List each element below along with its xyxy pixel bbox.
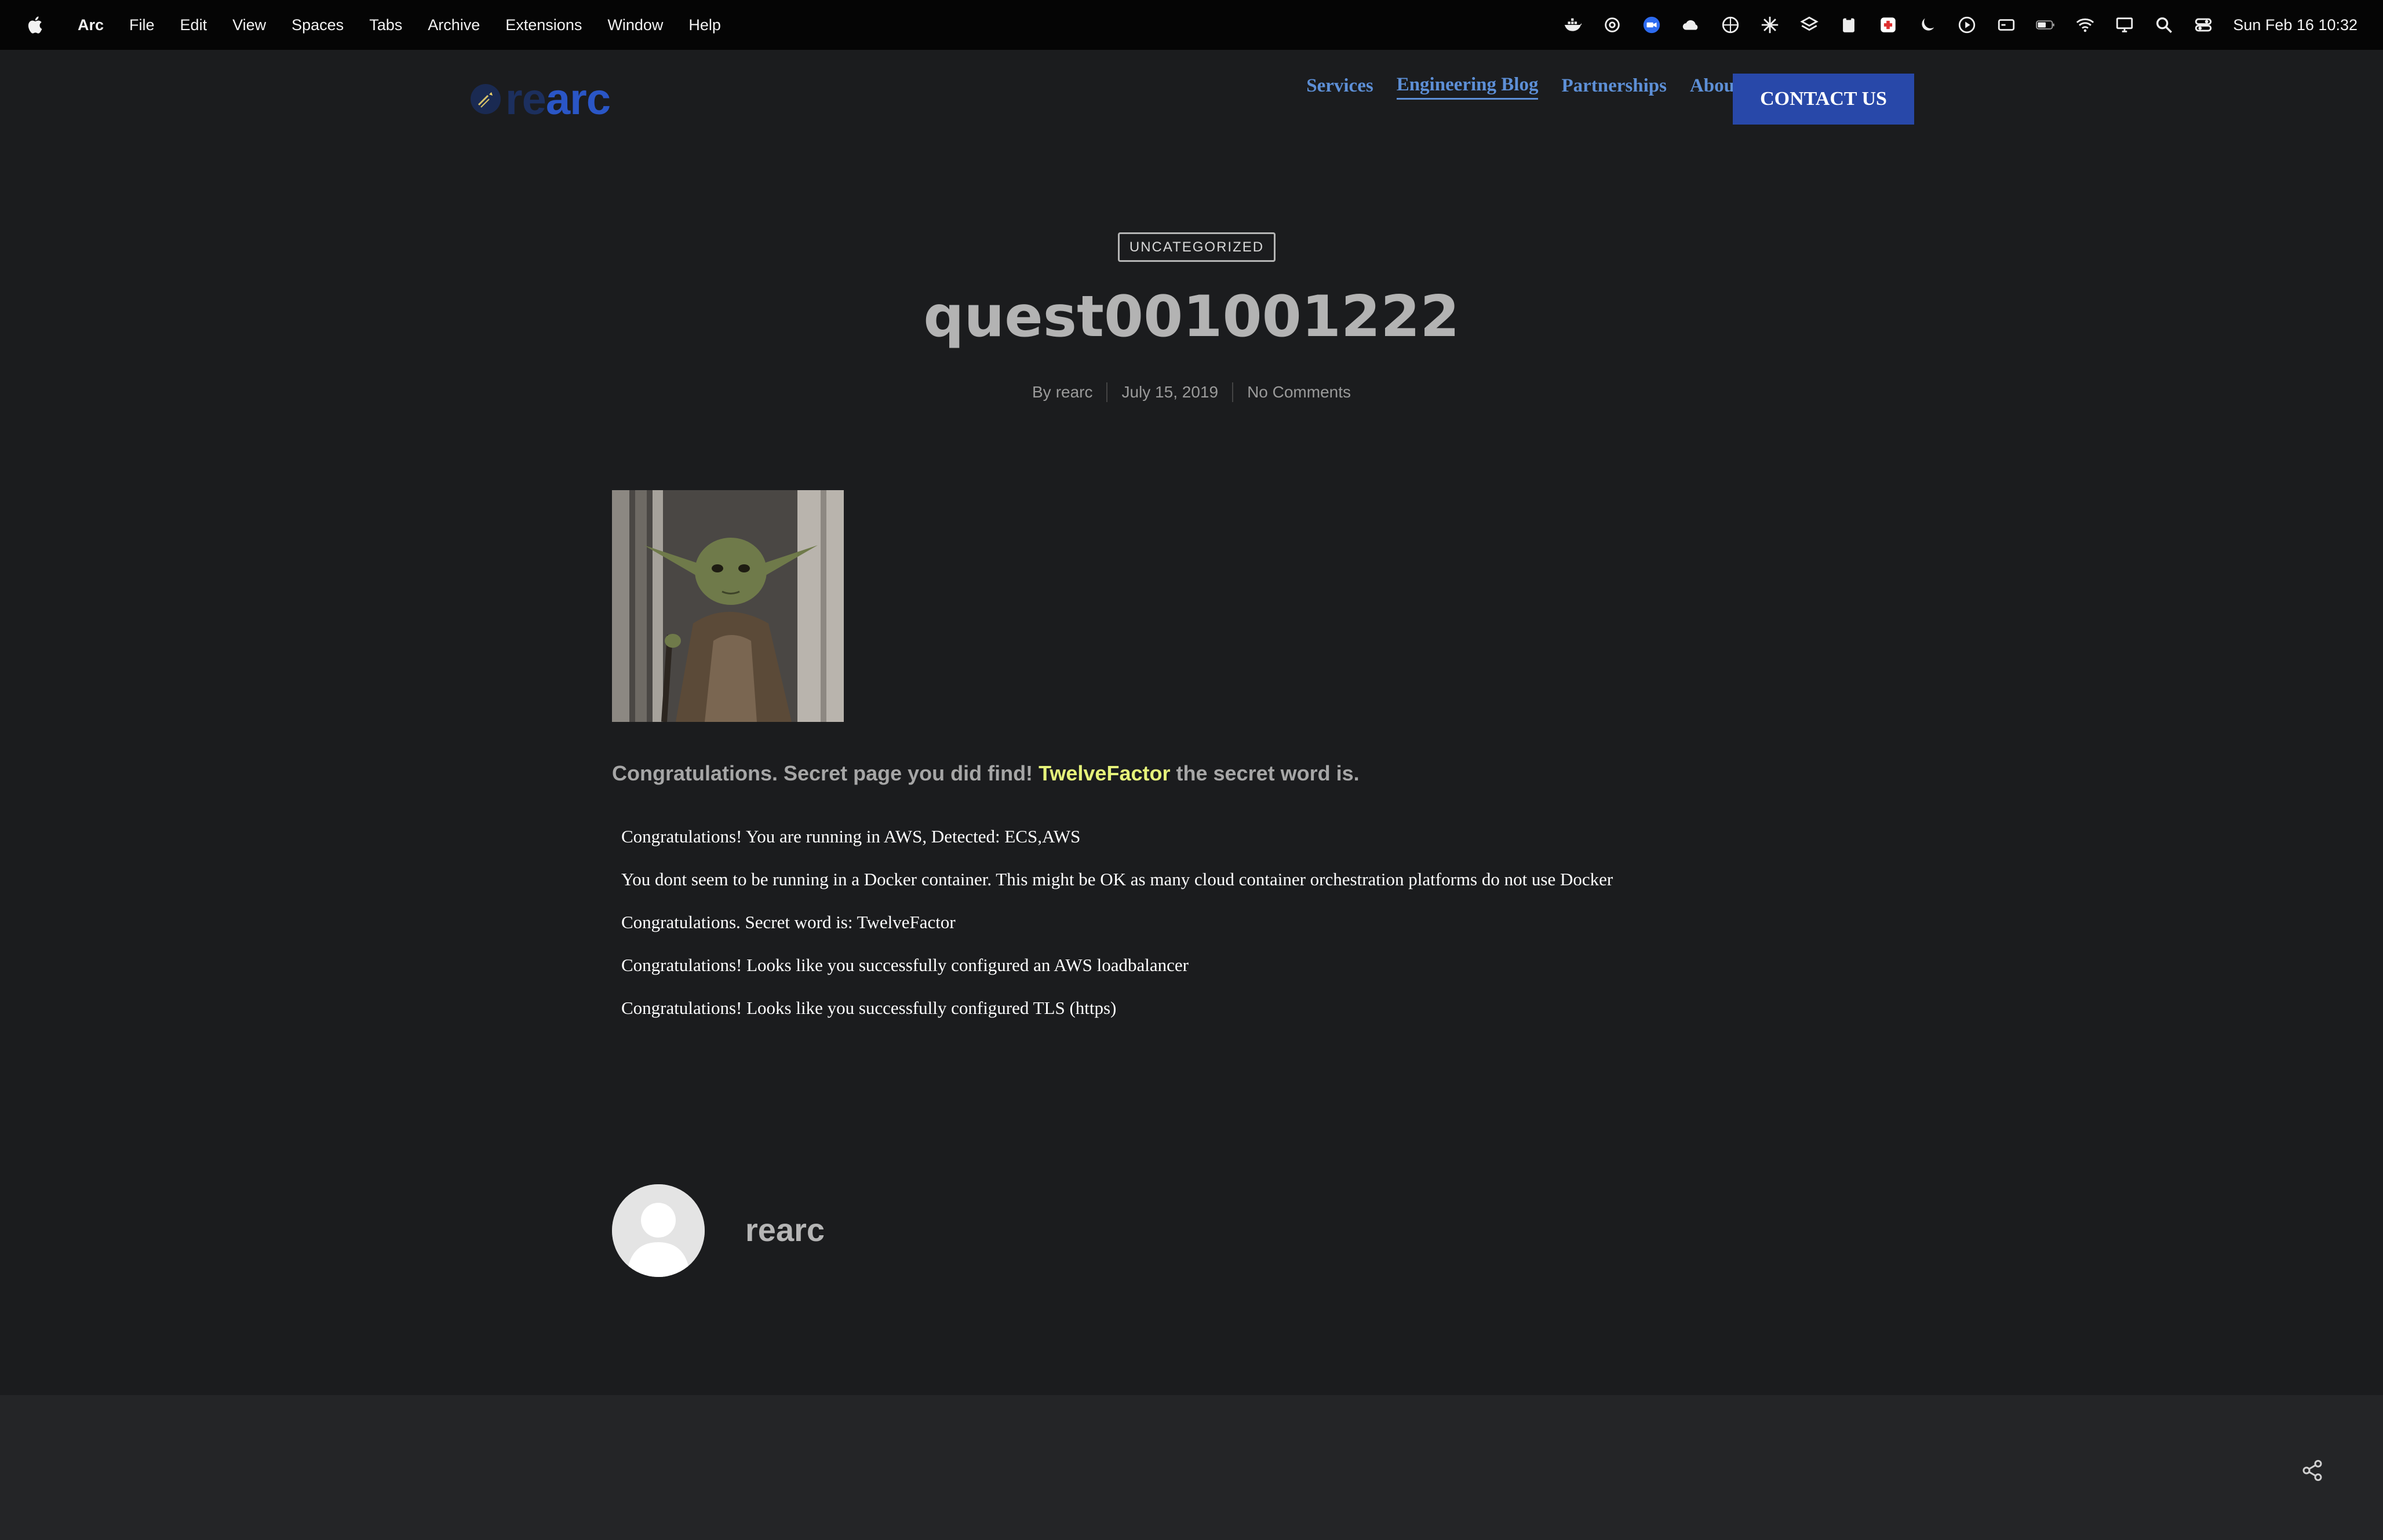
menu-view[interactable]: View: [232, 16, 266, 34]
menu-bar: Arc File Edit View Spaces Tabs Archive E…: [0, 0, 2383, 50]
control-center-icon[interactable]: [2193, 15, 2213, 35]
menu-bar-left: Arc File Edit View Spaces Tabs Archive E…: [25, 13, 746, 37]
post-meta: By rearc July 15, 2019 No Comments: [0, 382, 2383, 402]
comments-link[interactable]: No Comments: [1247, 383, 1351, 402]
menu-app-name[interactable]: Arc: [78, 16, 104, 34]
battery-icon[interactable]: [2036, 15, 2056, 35]
card-icon[interactable]: [1996, 15, 2016, 35]
meta-divider: [1106, 382, 1108, 402]
spark-icon[interactable]: [1760, 15, 1780, 35]
health-icon[interactable]: [1878, 15, 1898, 35]
main-nav: Services Engineering Blog Partnerships A…: [1283, 74, 1741, 100]
menu-bar-right: Sun Feb 16 10:32: [1563, 15, 2358, 35]
site-logo[interactable]: rearc: [468, 73, 611, 125]
results-list: Congratulations! You are running in AWS,…: [621, 826, 1613, 1041]
share-icon[interactable]: [2301, 1459, 2324, 1482]
search-icon[interactable]: [2154, 15, 2174, 35]
result-line: Congratulations! You are running in AWS,…: [621, 826, 1081, 846]
logo-wordmark: rearc: [505, 74, 611, 124]
post-date: July 15, 2019: [1121, 383, 1219, 401]
wifi-icon[interactable]: [2075, 15, 2095, 35]
meta-divider: [1232, 382, 1234, 402]
docker-icon[interactable]: [1563, 15, 1583, 35]
secret-word: TwelveFactor: [1039, 761, 1171, 785]
menu-tabs[interactable]: Tabs: [369, 16, 402, 34]
apple-icon[interactable]: [25, 13, 45, 37]
author-name[interactable]: rearc: [745, 1211, 825, 1249]
result-line: Congratulations! Looks like you successf…: [621, 955, 1189, 975]
moon-icon[interactable]: [1918, 15, 1937, 35]
chatgpt-icon[interactable]: [1602, 15, 1622, 35]
author-prefix: By: [1032, 383, 1051, 401]
menu-clock[interactable]: Sun Feb 16 10:32: [2233, 16, 2358, 34]
grid-icon[interactable]: [1721, 15, 1740, 35]
page-footer: [0, 1395, 2383, 1540]
play-icon[interactable]: [1957, 15, 1977, 35]
menu-archive[interactable]: Archive: [428, 16, 480, 34]
menu-spaces[interactable]: Spaces: [292, 16, 344, 34]
category-badge[interactable]: UNCATEGORIZED: [1118, 232, 1276, 262]
congrats-message: Congratulations. Secret page you did fin…: [612, 761, 1360, 785]
contact-us-button[interactable]: CONTACT US: [1733, 74, 1914, 125]
post-title: quest001001222: [923, 284, 1460, 350]
post-image: [612, 490, 844, 722]
clipboard-icon[interactable]: [1839, 15, 1859, 35]
menu-extensions[interactable]: Extensions: [505, 16, 582, 34]
post-author-link[interactable]: rearc: [1056, 383, 1093, 402]
result-line: Congratulations! Looks like you successf…: [621, 998, 1117, 1018]
result-line: Congratulations. Secret word is: TwelveF…: [621, 912, 956, 932]
menu-edit[interactable]: Edit: [180, 16, 207, 34]
author-avatar[interactable]: [612, 1184, 705, 1277]
site-header: rearc Services Engineering Blog Partners…: [0, 50, 2383, 148]
nav-partnerships[interactable]: Partnerships: [1561, 75, 1667, 99]
logo-mark-icon: [471, 84, 501, 114]
layers-icon[interactable]: [1799, 15, 1819, 35]
menu-window[interactable]: Window: [607, 16, 663, 34]
cloud-icon[interactable]: [1681, 15, 1701, 35]
menu-file[interactable]: File: [129, 16, 155, 34]
nav-engineering-blog[interactable]: Engineering Blog: [1396, 74, 1539, 100]
display-icon[interactable]: [2115, 15, 2134, 35]
zoom-icon[interactable]: [1642, 15, 1661, 35]
menu-help[interactable]: Help: [688, 16, 721, 34]
result-line: You dont seem to be running in a Docker …: [621, 869, 1613, 889]
nav-services[interactable]: Services: [1306, 75, 1373, 99]
